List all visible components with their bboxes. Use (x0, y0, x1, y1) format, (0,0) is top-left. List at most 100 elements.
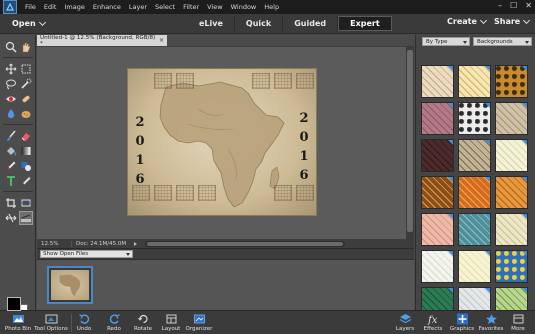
background-swatch-texture[interactable] (421, 102, 454, 135)
marquee-tool-icon[interactable] (19, 62, 33, 76)
mode-elive[interactable]: eLive (188, 16, 235, 31)
filter-by-type-value: By Type (426, 38, 448, 45)
background-swatch-paper[interactable] (421, 65, 454, 98)
sponge-tool-icon[interactable] (19, 107, 33, 121)
photo-bin-label: Photo Bin (4, 326, 32, 332)
move-tool-icon[interactable] (4, 62, 18, 76)
menu-help[interactable]: Help (264, 3, 279, 11)
mode-guided[interactable]: Guided (283, 16, 339, 31)
menu-edit[interactable]: Edit (44, 3, 57, 11)
pencil-tool-icon[interactable] (19, 174, 33, 188)
chevron-down-icon (38, 18, 46, 26)
filter-by-type-select[interactable]: By Type (422, 37, 470, 46)
layout-icon (166, 314, 176, 324)
vertical-scroll-thumb[interactable] (407, 50, 413, 232)
minimize-button[interactable]: – (498, 1, 502, 10)
menu-enhance[interactable]: Enhance (93, 3, 121, 11)
menu-view[interactable]: View (207, 3, 222, 11)
svg-text:fx: fx (427, 315, 438, 325)
share-button[interactable]: Share (494, 16, 531, 26)
zoom-tool-icon[interactable] (4, 40, 18, 54)
background-swatch-grid (421, 65, 534, 320)
menu-image[interactable]: Image (64, 3, 84, 11)
menu-layer[interactable]: Layer (129, 3, 147, 11)
menu-bar: File Edit Image Enhance Layer Select Fil… (0, 0, 535, 14)
swatch-corner-badge-icon (485, 288, 490, 293)
background-swatch-leaves-2[interactable] (495, 176, 528, 209)
close-icon[interactable]: × (159, 37, 164, 44)
background-swatch-paper-note[interactable] (458, 65, 491, 98)
brush-tool-icon[interactable] (4, 129, 18, 143)
background-swatch-leopard[interactable] (495, 65, 528, 98)
quick-selection-tool-icon[interactable] (19, 77, 33, 91)
category-select[interactable]: Backgrounds (473, 37, 532, 46)
zoom-level[interactable]: 12.5% (37, 241, 71, 247)
background-swatch-wood[interactable] (458, 139, 491, 172)
background-swatch-peach[interactable] (421, 213, 454, 246)
dropdown-arrow-icon (463, 40, 467, 44)
maximize-button[interactable]: ☐ (510, 1, 517, 10)
gradient-tool-icon[interactable] (19, 144, 33, 158)
hand-tool-icon[interactable] (19, 40, 33, 54)
open-button[interactable]: Open (12, 17, 46, 30)
red-eye-tool-icon[interactable] (4, 92, 18, 106)
recompose-tool-icon[interactable] (19, 196, 33, 210)
document-tab[interactable]: Untitled-1 @ 12.5% (Background, RGB/8) *… (37, 34, 167, 47)
effects-label: Effects (423, 326, 443, 332)
mode-expert[interactable]: Expert (338, 16, 392, 31)
swatch-corner-badge-icon (485, 140, 490, 145)
content-aware-move-tool-icon[interactable] (4, 211, 18, 225)
foreground-color-swatch[interactable] (7, 297, 21, 311)
background-swatch-lined[interactable] (495, 213, 528, 246)
dropdown-arrow-icon (525, 40, 529, 44)
swatch-corner-badge-icon (522, 103, 527, 108)
background-swatch-light[interactable] (458, 250, 491, 283)
background-swatch-zebra[interactable] (458, 102, 491, 135)
document-tab-title: Untitled-1 @ 12.5% (Background, RGB/8) * (40, 34, 156, 47)
category-value: Backgrounds (477, 38, 513, 45)
effects-icon: fx (427, 315, 438, 325)
type-tool-icon[interactable] (4, 174, 18, 188)
background-swatch-autumn[interactable] (421, 176, 454, 209)
swatch-corner-badge-icon (485, 251, 490, 256)
layers-label: Layers (395, 326, 415, 332)
background-swatch-dots[interactable] (495, 250, 528, 283)
photo-bin-selector[interactable]: Show Open Files (40, 250, 133, 258)
spot-healing-tool-icon[interactable] (19, 92, 33, 106)
menu-file[interactable]: File (25, 3, 36, 11)
mode-quick[interactable]: Quick (235, 16, 284, 31)
document-image[interactable]: 2016 2016 (127, 68, 317, 216)
layers-icon (399, 314, 411, 324)
background-swatch-dark[interactable] (421, 139, 454, 172)
background-swatch-white[interactable] (421, 250, 454, 283)
custom-shape-tool-icon[interactable] (19, 159, 33, 173)
blur-tool-icon[interactable] (4, 107, 18, 121)
horizontal-scroll-thumb[interactable] (147, 241, 343, 246)
organizer-label: Organizer (185, 326, 213, 332)
status-menu-arrow-icon[interactable] (134, 241, 137, 246)
background-swatch-cream[interactable] (495, 139, 528, 172)
horizontal-scrollbar[interactable] (145, 240, 345, 247)
swatch-corner-badge-icon (522, 288, 527, 293)
background-swatch-teal[interactable] (458, 213, 491, 246)
close-window-button[interactable]: ✕ (525, 1, 532, 10)
background-swatch-map[interactable] (495, 102, 528, 135)
create-label: Create (447, 17, 477, 26)
lasso-tool-icon[interactable] (4, 77, 18, 91)
organizer-button[interactable]: Organizer (179, 313, 219, 332)
menu-select[interactable]: Select (155, 3, 175, 11)
thumbnail-map-image (59, 274, 81, 297)
more-button[interactable]: More (498, 313, 535, 332)
paint-bucket-tool-icon[interactable] (4, 144, 18, 158)
background-swatch-leaves[interactable] (458, 176, 491, 209)
eyedropper-tool-icon[interactable] (4, 159, 18, 173)
menu-filter[interactable]: Filter (183, 3, 199, 11)
photo-bin-thumbnail[interactable] (47, 266, 93, 304)
menu-window[interactable]: Window (231, 3, 257, 11)
straighten-tool-icon[interactable] (19, 211, 33, 225)
vertical-scrollbar[interactable] (406, 46, 414, 239)
open-label: Open (12, 19, 36, 28)
crop-tool-icon[interactable] (4, 196, 18, 210)
create-button[interactable]: Create (447, 16, 487, 26)
eraser-tool-icon[interactable] (19, 129, 33, 143)
